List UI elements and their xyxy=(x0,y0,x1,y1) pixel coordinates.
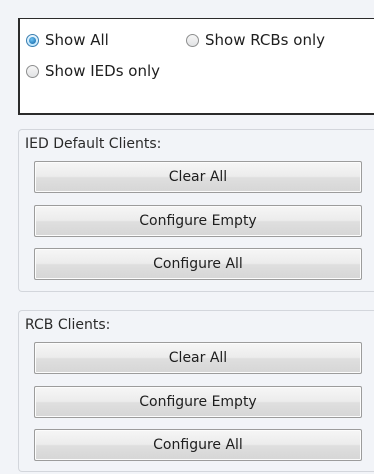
radio-unchecked-icon xyxy=(26,64,39,78)
radio-unchecked-icon xyxy=(186,33,199,47)
ied-clear-all-button[interactable]: Clear All xyxy=(34,161,362,193)
radio-checked-icon xyxy=(26,33,39,47)
ied-default-clients-title: IED Default Clients: xyxy=(25,136,162,152)
rcb-configure-all-button[interactable]: Configure All xyxy=(34,429,362,461)
ied-default-clients-group: IED Default Clients: Clear All Configure… xyxy=(18,129,374,292)
show-all-label: Show All xyxy=(45,31,109,49)
rcb-clear-all-button[interactable]: Clear All xyxy=(34,342,362,374)
rcb-configure-empty-button[interactable]: Configure Empty xyxy=(34,386,362,418)
rcb-clients-title: RCB Clients: xyxy=(25,317,111,333)
show-rcbs-only-label: Show RCBs only xyxy=(205,31,325,49)
ied-configure-all-button[interactable]: Configure All xyxy=(34,248,362,280)
show-rcbs-only-radio[interactable]: Show RCBs only xyxy=(186,29,325,51)
show-all-radio[interactable]: Show All xyxy=(26,29,109,51)
rcb-clients-group: RCB Clients: Clear All Configure Empty C… xyxy=(18,310,374,472)
filter-options-group: Show All Show RCBs only Show IEDs only xyxy=(18,18,374,115)
ied-configure-empty-button[interactable]: Configure Empty xyxy=(34,205,362,237)
show-ieds-only-label: Show IEDs only xyxy=(45,62,161,80)
show-ieds-only-radio[interactable]: Show IEDs only xyxy=(26,60,160,82)
